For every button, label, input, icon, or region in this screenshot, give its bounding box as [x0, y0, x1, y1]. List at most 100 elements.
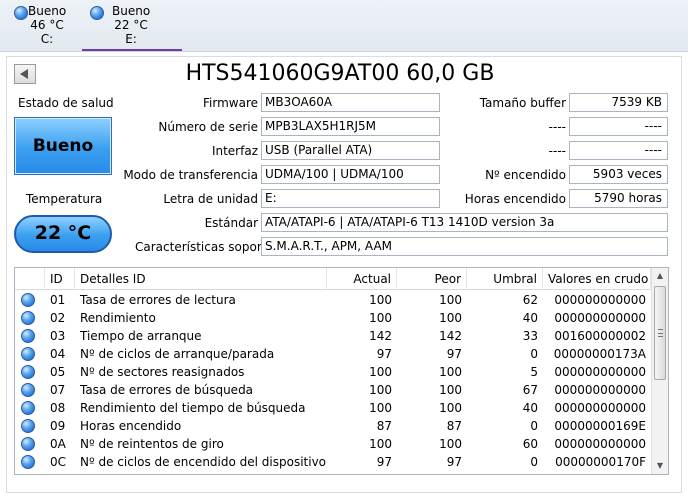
attr-raw: 001600000002 [554, 329, 646, 343]
power-on-hours-field[interactable]: 5790 horas [569, 189, 668, 208]
attr-current: 142 [369, 329, 392, 343]
table-row[interactable]: 0C Nº de ciclos de encendido del disposit… [15, 453, 651, 471]
interface-label: Interfaz [211, 144, 258, 158]
drive-tab-e[interactable]: Bueno 22 °C E: [82, 4, 182, 51]
status-ball-icon [21, 329, 35, 343]
serial-field[interactable]: MPB3LAX5H1RJ5M [261, 117, 440, 136]
attr-id: 04 [50, 347, 66, 361]
attr-current: 100 [369, 437, 392, 451]
drive-letter-field[interactable]: E: [261, 189, 440, 208]
blank2-field[interactable]: ---- [569, 141, 668, 160]
attr-current: 100 [369, 311, 392, 325]
attr-name: Tiempo de arranque [80, 329, 202, 343]
standard-field[interactable]: ATA/ATAPI-6 | ATA/ATAPI-6 T13 1410D vers… [261, 213, 668, 232]
disk-title: HTS541060G9AT00 60,0 GB [185, 61, 495, 86]
attr-worst: 97 [446, 347, 462, 361]
attr-name: Tasa de errores de búsqueda [80, 383, 254, 397]
attr-worst: 142 [439, 329, 462, 343]
attr-current: 100 [369, 293, 392, 307]
attr-id: 09 [50, 419, 66, 433]
scroll-down-icon[interactable]: ▼ [652, 458, 668, 474]
attr-raw: 00000000170F [555, 455, 646, 469]
table-row[interactable]: 08 Rendimiento del tiempo de búsqueda 100 1… [15, 399, 651, 417]
table-row[interactable]: 01 Tasa de errores de lectura 100 100 62 0000… [15, 291, 651, 309]
table-row[interactable]: 03 Tiempo de arranque 142 142 33 001600000002 [15, 327, 651, 345]
interface-field[interactable]: USB (Parallel ATA) [261, 141, 440, 160]
drive-tab-c[interactable]: Bueno 46 °C C: [14, 4, 66, 50]
table-row[interactable]: 0A Nº de reintentos de giro 100 100 60 000000… [15, 435, 651, 453]
arrow-left-icon [20, 69, 28, 79]
scroll-thumb[interactable] [654, 286, 666, 380]
attr-raw: 000000000000 [554, 311, 646, 325]
status-ball-icon [21, 365, 35, 379]
table-row[interactable]: 07 Tasa de errores de búsqueda 100 100 67 000… [15, 381, 651, 399]
attr-raw: 000000000000 [554, 365, 646, 379]
status-ball-icon [21, 347, 35, 361]
standard-label: Estándar [204, 216, 258, 230]
attr-worst: 100 [439, 311, 462, 325]
previous-disk-button[interactable] [14, 64, 36, 84]
power-on-count-field[interactable]: 5903 veces [569, 165, 668, 184]
temperature-label: Temperatura [26, 192, 103, 206]
attr-id: 0C [50, 455, 67, 469]
drive-letter-label: Letra de unidad [163, 192, 258, 206]
attr-current: 100 [369, 365, 392, 379]
table-row[interactable]: 02 Rendimiento 100 100 40 000000000000 [15, 309, 651, 327]
header-raw[interactable]: Valores en crudo [543, 268, 651, 290]
status-ball-icon [21, 455, 35, 469]
header-threshold[interactable]: Umbral [467, 268, 543, 290]
attr-worst: 100 [439, 383, 462, 397]
attr-threshold: 40 [522, 401, 538, 415]
power-on-count-label: Nº encendido [485, 168, 566, 182]
power-on-hours-label: Horas encendido [464, 192, 566, 206]
attr-id: 0A [50, 437, 66, 451]
attr-raw: 000000000000 [554, 437, 646, 451]
attr-name: Nº de reintentos de giro [80, 437, 224, 451]
header-id[interactable]: ID [45, 268, 75, 290]
attr-threshold: 33 [522, 329, 538, 343]
attr-raw: 00000000173A [553, 347, 646, 361]
attr-threshold: 0 [530, 419, 538, 433]
header-current[interactable]: Actual [327, 268, 397, 290]
attr-raw: 000000000000 [554, 401, 646, 415]
table-row[interactable]: 04 Nº de ciclos de arranque/parada 97 97 0 00… [15, 345, 651, 363]
attr-worst: 97 [446, 455, 462, 469]
attr-raw: 000000000000 [554, 293, 646, 307]
status-ball-icon [90, 6, 104, 20]
drive-temp: 22 °C [114, 18, 148, 32]
status-ball-icon [21, 383, 35, 397]
attr-id: 05 [50, 365, 66, 379]
attr-name: Tasa de errores de lectura [80, 293, 236, 307]
buffer-field[interactable]: 7539 KB [569, 93, 668, 112]
smart-attributes-table[interactable]: ID Detalles ID Actual Peor Umbral Valore… [14, 267, 669, 475]
status-ball-icon [21, 401, 35, 415]
header-status[interactable] [15, 268, 45, 290]
table-row[interactable]: 05 Nº de sectores reasignados 100 100 5 00000… [15, 363, 651, 381]
attr-worst: 100 [439, 437, 462, 451]
attr-threshold: 62 [522, 293, 538, 307]
table-scrollbar[interactable]: ▲ ▼ [651, 268, 668, 474]
transfer-mode-field[interactable]: UDMA/100 | UDMA/100 [261, 165, 440, 184]
header-details[interactable]: Detalles ID [75, 268, 327, 290]
attr-name: Nº de ciclos de arranque/parada [80, 347, 275, 361]
header-worst[interactable]: Peor [397, 268, 467, 290]
drive-status: Bueno [112, 4, 151, 18]
attr-worst: 100 [439, 293, 462, 307]
attr-threshold: 60 [522, 437, 538, 451]
health-status-badge[interactable]: Bueno [14, 117, 112, 175]
attr-threshold: 0 [530, 455, 538, 469]
status-ball-icon [21, 419, 35, 433]
scroll-up-icon[interactable]: ▲ [652, 268, 668, 284]
table-row[interactable]: 09 Horas encendido 87 87 0 00000000169E [15, 417, 651, 435]
attr-current: 100 [369, 383, 392, 397]
attr-threshold: 67 [522, 383, 538, 397]
attr-threshold: 5 [530, 365, 538, 379]
features-field[interactable]: S.M.A.R.T., APM, AAM [261, 237, 668, 256]
firmware-label: Firmware [203, 96, 258, 110]
attr-current: 100 [369, 401, 392, 415]
firmware-field[interactable]: MB3OA60A [261, 93, 440, 112]
temperature-badge[interactable]: 22 °C [14, 215, 112, 253]
attr-name: Rendimiento [80, 311, 156, 325]
blank1-field[interactable]: ---- [569, 117, 668, 136]
status-ball-icon [21, 437, 35, 451]
